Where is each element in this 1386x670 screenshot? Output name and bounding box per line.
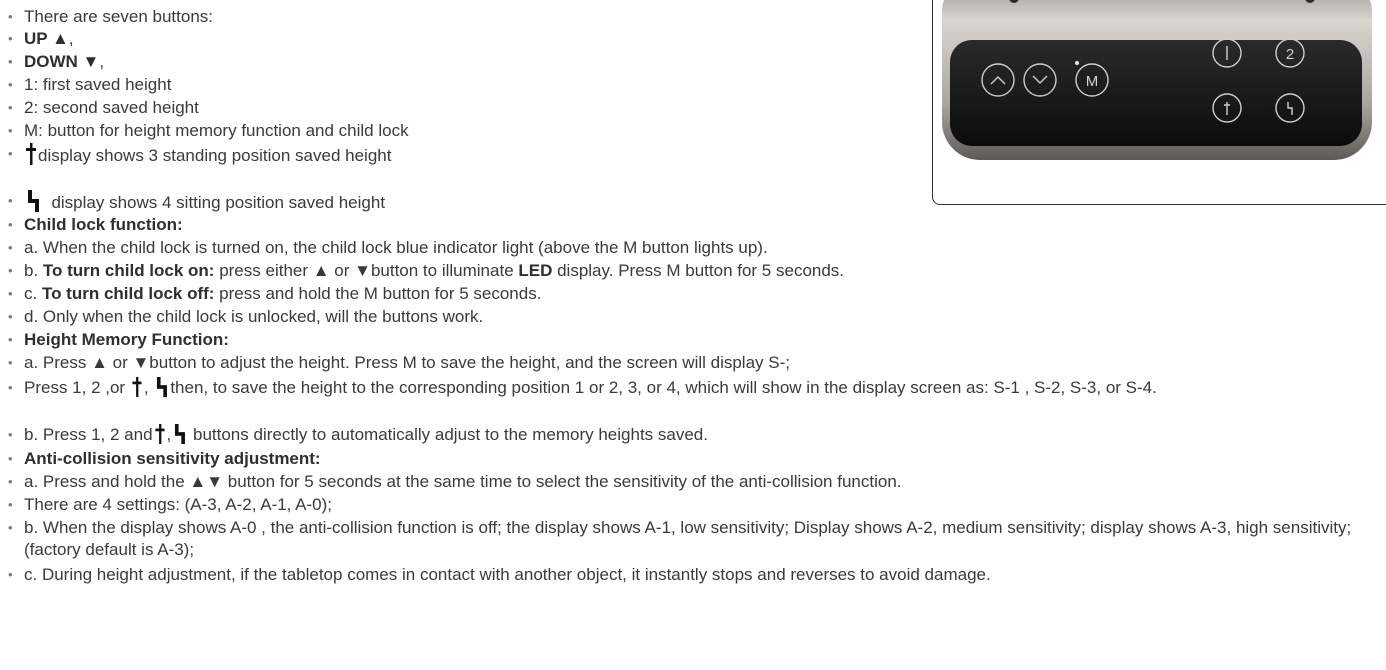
svg-text:M: M bbox=[1086, 73, 1099, 90]
sitting-icon bbox=[173, 424, 186, 444]
list-item: • 1: first saved height bbox=[8, 75, 172, 94]
list-item: • b. To turn child lock on: press either … bbox=[8, 261, 845, 280]
list-item: • DOWN ▼, bbox=[8, 52, 105, 71]
standing-icon bbox=[26, 143, 36, 165]
list-item: • Child lock function: bbox=[8, 215, 183, 234]
list-item: • b. When the display shows A-0 , the ant… bbox=[8, 518, 1352, 559]
list-item: • a. When the child lock is turned on, th… bbox=[8, 238, 768, 257]
list-item: • c. To turn child lock off: press and ho… bbox=[8, 284, 542, 303]
standing-icon bbox=[132, 377, 142, 397]
list-item: • a. Press and hold the ▲▼ button for 5 s… bbox=[8, 472, 902, 491]
control-panel-image: M 2 bbox=[942, 0, 1372, 160]
list-item: • 2: second saved height bbox=[8, 98, 199, 117]
svg-text:2: 2 bbox=[1286, 46, 1294, 63]
list-item: • a. Press ▲ or ▼button to adjust the hei… bbox=[8, 353, 790, 372]
list-item: • display shows 3 standing position saved… bbox=[8, 143, 391, 165]
list-item: • Press 1, 2 ,or , then, to save the heig… bbox=[8, 377, 1157, 397]
list-item: • UP ▲, bbox=[8, 29, 74, 48]
list-item: • There are seven buttons: bbox=[8, 7, 214, 26]
list-item: • Anti-collision sensitivity adjustment: bbox=[8, 449, 321, 468]
list-item: • d. Only when the child lock is unlocked… bbox=[8, 307, 484, 326]
sitting-icon bbox=[155, 377, 168, 397]
list-item: • display shows 4 sitting position saved… bbox=[8, 190, 385, 212]
list-item: • Height Memory Function: bbox=[8, 330, 229, 349]
standing-icon bbox=[154, 424, 165, 444]
list-item: • c. During height adjustment, if the tab… bbox=[8, 565, 991, 584]
sitting-icon bbox=[26, 190, 40, 212]
list-item: • There are 4 settings: (A-3, A-2, A-1, A… bbox=[8, 495, 333, 514]
list-item: • b. Press 1, 2 and, buttons directly to … bbox=[8, 424, 708, 444]
list-item: • M: button for height memory function an… bbox=[8, 121, 409, 140]
